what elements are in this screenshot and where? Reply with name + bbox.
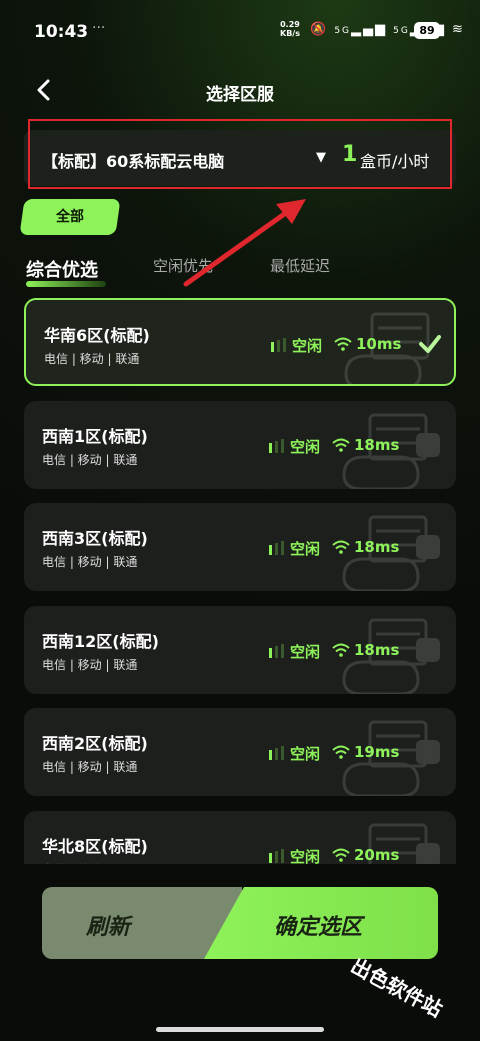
server-isp: 电信 | 移动 | 联通 (42, 452, 138, 467)
server-status: 空闲 (290, 437, 321, 456)
server-status: 空闲 (290, 540, 321, 558)
signal-5g-2: 5G (393, 26, 410, 36)
bottom-actions: 刷新 确定选区 (42, 887, 438, 959)
config-selector[interactable]: 【标配】60系标配云电脑 ▼ 1 盒币/小时 (24, 119, 456, 189)
server-latency: 18ms (354, 538, 400, 556)
status-bar: 10:43 ··· 0.29 KB/s 🔕 5G▂▄▆ 5G▂▄▆ ≋ 89 (0, 0, 480, 64)
confirm-zone-button[interactable]: 确定选区 (204, 887, 438, 959)
net-speed: 0.29 KB/s (280, 20, 300, 38)
server-list[interactable]: 华南6区(标配) 电信 | 移动 | 联通 空闲 10ms 西南1区(标配) 电… (0, 298, 480, 864)
server-name: 西南1区(标配) (42, 426, 148, 446)
config-price: 1 (342, 142, 358, 167)
server-status: 空闲 (290, 642, 321, 661)
wifi-icon (332, 848, 350, 862)
server-latency: 19ms (354, 743, 400, 761)
wifi-icon (332, 540, 350, 554)
watermark: 出色软件站 (346, 953, 447, 1022)
tab-idle-first[interactable]: 空闲优先 (153, 255, 213, 276)
wifi-icon (332, 438, 350, 452)
dropdown-triangle-icon[interactable]: ▼ (316, 150, 326, 165)
filter-chip-label: 全部 (56, 209, 84, 225)
server-status: 空闲 (292, 337, 323, 355)
server-isp: 电信 | 移动 | 联通 (42, 657, 138, 672)
load-bars-icon (269, 848, 284, 863)
server-name: 华南6区(标配) (44, 326, 150, 345)
server-isp: 电信 | 移动 | 联通 (44, 352, 140, 366)
page-title: 选择区服 (206, 85, 274, 105)
battery-icon: 89 (414, 22, 440, 39)
tab-active-indicator (26, 281, 106, 287)
load-bars-icon (269, 746, 284, 760)
server-latency: 18ms (354, 640, 400, 659)
wifi-icon (332, 745, 350, 759)
refresh-button-label: 刷新 (86, 915, 131, 940)
server-card[interactable]: 西南2区(标配) 电信 | 移动 | 联通 空闲 19ms (24, 708, 456, 796)
home-indicator[interactable] (156, 1027, 324, 1032)
signal-5g-1: 5G (334, 26, 352, 36)
server-card[interactable]: 华南6区(标配) 电信 | 移动 | 联通 空闲 10ms (24, 298, 456, 386)
server-isp: 电信 | 移动 | 联通 (42, 861, 137, 865)
net-speed-value: 0.29 (280, 20, 300, 29)
load-bars-icon (271, 338, 286, 352)
top-bar: 选择区服 (0, 70, 480, 110)
server-name: 华北8区(标配) (42, 836, 148, 856)
filter-chip-all[interactable]: 全部 (19, 199, 121, 235)
server-latency: 18ms (354, 435, 400, 454)
server-status: 空闲 (290, 745, 321, 763)
tab-comprehensive[interactable]: 综合优选 (26, 256, 98, 282)
server-card[interactable]: 西南12区(标配) 电信 | 移动 | 联通 空闲 18ms (24, 605, 456, 694)
wifi-icon (332, 643, 350, 657)
checkbox[interactable] (416, 535, 440, 559)
confirm-button-label: 确定选区 (274, 915, 363, 940)
server-name: 西南3区(标配) (42, 529, 148, 548)
server-name: 西南12区(标配) (42, 631, 159, 651)
server-isp: 电信 | 移动 | 联通 (42, 555, 138, 569)
config-price-unit: 盒币/小时 (360, 152, 430, 171)
load-bars-icon (269, 438, 284, 453)
server-card[interactable]: 西南1区(标配) 电信 | 移动 | 联通 空闲 18ms (24, 400, 456, 489)
notification-dots: ··· (92, 20, 106, 36)
mute-icon: 🔕 (310, 22, 329, 37)
server-name: 西南2区(标配) (42, 734, 148, 753)
checkmark-icon[interactable] (418, 332, 442, 356)
tab-lowest-latency[interactable]: 最低延迟 (270, 255, 330, 276)
server-latency: 10ms (356, 335, 402, 353)
server-card[interactable]: 西南3区(标配) 电信 | 移动 | 联通 空闲 18ms (24, 503, 456, 591)
net-speed-unit: KB/s (280, 29, 300, 38)
checkbox[interactable] (416, 740, 440, 764)
checkbox[interactable] (416, 637, 440, 662)
status-time: 10:43 (34, 22, 89, 42)
checkbox[interactable] (416, 432, 440, 457)
server-status: 空闲 (290, 847, 321, 865)
load-bars-icon (269, 541, 284, 555)
server-card[interactable]: 华北8区(标配) 电信 | 移动 | 联通 空闲 20ms (24, 810, 456, 865)
config-name: 【标配】60系标配云电脑 (42, 152, 225, 171)
checkbox[interactable] (416, 842, 440, 864)
wifi-status-icon: ≋ (451, 22, 465, 37)
wifi-icon (334, 337, 352, 351)
server-latency: 20ms (354, 845, 400, 864)
server-isp: 电信 | 移动 | 联通 (42, 760, 138, 774)
signal-icons: 🔕 5G▂▄▆ 5G▂▄▆ ≋ (310, 22, 465, 37)
load-bars-icon (269, 643, 284, 658)
